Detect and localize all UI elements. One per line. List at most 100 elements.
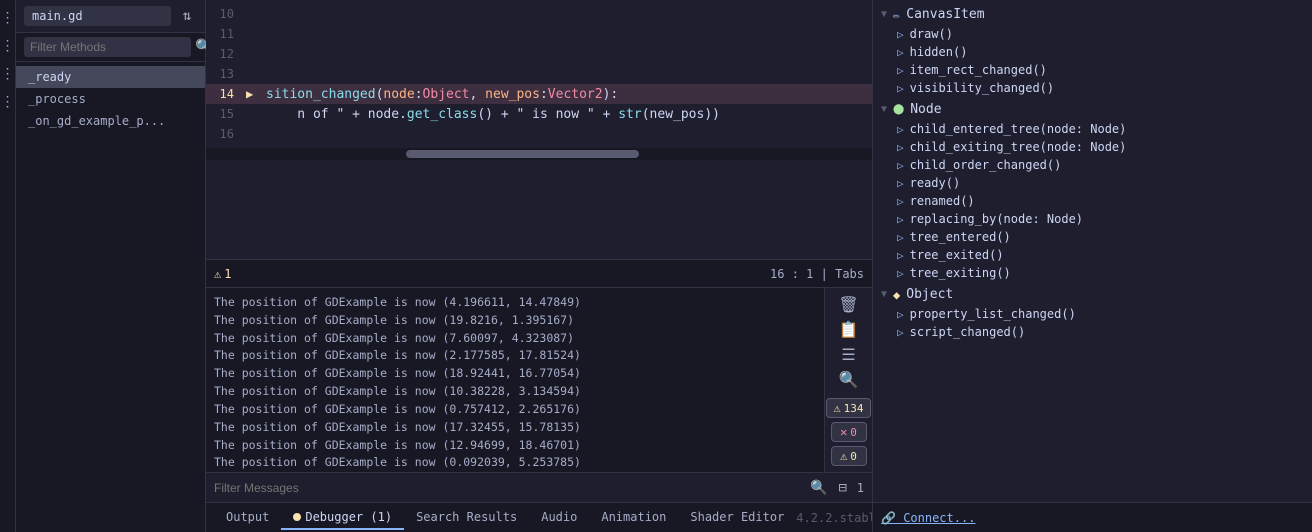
tab-debugger[interactable]: Debugger (1) — [281, 506, 404, 530]
node-section-icon: ⬤ — [893, 104, 904, 115]
output-line-2: The position of GDExample is now (19.821… — [214, 312, 816, 330]
rp-item-tree-entered[interactable]: ▷ tree_entered() — [873, 228, 1312, 246]
output-line-8: The position of GDExample is now (17.324… — [214, 419, 816, 437]
filter-messages-bar: 🔍 ⊟ 1 — [206, 472, 872, 502]
method-item-process[interactable]: _process — [16, 88, 205, 110]
rp-item-visibility-changed[interactable]: ▷ visibility_changed() — [873, 79, 1312, 97]
error-icon: ✕ — [840, 425, 847, 439]
tab-right-area: 4.2.2.stable ☰ — [796, 511, 872, 525]
code-editor[interactable]: 10 11 12 13 — [206, 0, 872, 259]
filter-search-btn[interactable]: 🔍 — [809, 478, 829, 498]
section-object-header[interactable]: ▼ ◆ Object — [873, 284, 1312, 305]
output-clear-icon[interactable]: 🗑 — [835, 294, 863, 315]
arrow-icon-visibility: ▷ — [897, 82, 904, 95]
tab-search[interactable]: Search Results — [404, 506, 529, 530]
warn-count: 134 — [844, 402, 864, 415]
code-warning-badge: ⚠ 1 — [214, 267, 231, 281]
rp-item-script-changed[interactable]: ▷ script_changed() — [873, 323, 1312, 341]
filter-messages-input[interactable] — [214, 481, 803, 495]
code-line-15: 15 n of " + node.get_class() + " is now … — [206, 104, 872, 124]
rp-item-property-list[interactable]: ▷ property_list_changed() — [873, 305, 1312, 323]
debug-arrow-icon: ▶ — [246, 87, 266, 101]
filter-count: 1 — [857, 481, 864, 495]
arrow-icon-item-rect: ▷ — [897, 64, 904, 77]
output-info-badge[interactable]: ⚠ 0 — [831, 446, 867, 466]
canvasitem-chevron-icon: ▼ — [881, 9, 887, 20]
output-text[interactable]: The position of GDExample is now (4.1966… — [206, 288, 824, 472]
rp-item-ready[interactable]: ▷ ready() — [873, 174, 1312, 192]
section-canvasitem-header[interactable]: ▼ ✏ CanvasItem — [873, 4, 1312, 25]
filter-actions: 🔍 ⊟ 1 — [809, 478, 864, 498]
arrow-icon-child-exiting: ▷ — [897, 141, 904, 154]
output-line-1: The position of GDExample is now (4.1966… — [214, 294, 816, 312]
rp-item-tree-exiting[interactable]: ▷ tree_exiting() — [873, 264, 1312, 282]
arrow-icon-hidden: ▷ — [897, 46, 904, 59]
code-line-13: 13 — [206, 64, 872, 84]
tab-shader[interactable]: Shader Editor — [678, 506, 796, 530]
output-error-badge[interactable]: ✕ 0 — [831, 422, 867, 442]
left-tool-icon-4[interactable]: ⋮ — [0, 92, 18, 112]
rp-item-item-rect-changed[interactable]: ▷ item_rect_changed() — [873, 61, 1312, 79]
code-horizontal-scrollbar[interactable] — [206, 148, 872, 160]
arrow-icon-tree-exited: ▷ — [897, 249, 904, 262]
rp-item-hidden[interactable]: ▷ hidden() — [873, 43, 1312, 61]
rp-item-child-exiting[interactable]: ▷ child_exiting_tree(node: Node) — [873, 138, 1312, 156]
warning-icon: ⚠ — [214, 267, 221, 281]
left-tool-icon-3[interactable]: ⋮ — [0, 64, 18, 84]
rp-item-renamed[interactable]: ▷ renamed() — [873, 192, 1312, 210]
arrow-icon-tree-exiting: ▷ — [897, 267, 904, 280]
arrow-icon-child-order: ▷ — [897, 159, 904, 172]
object-chevron-icon: ▼ — [881, 289, 887, 300]
warning-count: 1 — [224, 267, 231, 281]
output-content: The position of GDExample is now (4.1966… — [206, 288, 872, 472]
filter-row: 🔍 — [16, 33, 205, 62]
arrow-icon-property-list: ▷ — [897, 308, 904, 321]
left-tool-icon-1[interactable]: ⋮ — [0, 8, 18, 28]
tab-animation[interactable]: Animation — [589, 506, 678, 530]
object-section-icon: ◆ — [893, 288, 900, 302]
output-panel: The position of GDExample is now (4.1966… — [206, 287, 872, 502]
method-item-on-gd[interactable]: _on_gd_example_p... — [16, 110, 205, 132]
output-copy-icon[interactable]: 📋 — [835, 319, 863, 340]
rp-item-child-order[interactable]: ▷ child_order_changed() — [873, 156, 1312, 174]
output-right-toolbar: 🗑 📋 ☰ 🔍 ⚠ 134 ✕ 0 ⚠ 0 — [824, 288, 872, 472]
arrow-icon-tree-entered: ▷ — [897, 231, 904, 244]
code-line-12: 12 — [206, 44, 872, 64]
code-line-10: 10 — [206, 4, 872, 24]
right-bottom-bar: 🔗 Connect... — [873, 502, 1312, 532]
node-chevron-icon: ▼ — [881, 104, 887, 115]
connect-icon: 🔗 — [881, 511, 896, 525]
code-line-14: 14 ▶ sition_changed(node:Object, new_pos… — [206, 84, 872, 104]
code-lines: 10 11 12 13 — [206, 0, 872, 148]
tab-output[interactable]: Output — [214, 506, 281, 530]
rp-item-replacing-by[interactable]: ▷ replacing_by(node: Node) — [873, 210, 1312, 228]
connect-link[interactable]: 🔗 Connect... — [881, 511, 975, 525]
rp-item-child-entered[interactable]: ▷ child_entered_tree(node: Node) — [873, 120, 1312, 138]
right-panel-content[interactable]: ▼ ✏ CanvasItem ▷ draw() ▷ hidden() ▷ ite… — [873, 0, 1312, 502]
method-item-ready[interactable]: _ready — [16, 66, 205, 88]
filter-methods-input[interactable] — [24, 37, 191, 57]
canvasitem-section-label: CanvasItem — [906, 7, 984, 22]
output-search-icon[interactable]: 🔍 — [835, 369, 863, 390]
filter-sort-btn[interactable]: ⊟ — [833, 478, 853, 498]
tab-audio[interactable]: Audio — [529, 506, 589, 530]
error-count: 0 — [850, 426, 857, 439]
arrow-icon-ready: ▷ — [897, 177, 904, 190]
debugger-dot — [293, 513, 301, 521]
method-list: _ready _process _on_gd_example_p... — [16, 62, 205, 532]
output-warn-badge[interactable]: ⚠ 134 — [826, 398, 870, 418]
scrollbar-thumb[interactable] — [406, 150, 639, 158]
output-line-3: The position of GDExample is now (7.6009… — [214, 330, 816, 348]
left-tool-icon-2[interactable]: ⋮ — [0, 36, 18, 56]
output-line-10: The position of GDExample is now (0.0920… — [214, 454, 816, 472]
output-line-6: The position of GDExample is now (10.382… — [214, 383, 816, 401]
output-line-4: The position of GDExample is now (2.1775… — [214, 347, 816, 365]
file-settings-icon[interactable]: ⇅ — [177, 6, 197, 26]
code-position: 16 : 1 | Tabs — [770, 267, 864, 281]
rp-item-tree-exited[interactable]: ▷ tree_exited() — [873, 246, 1312, 264]
output-list-icon[interactable]: ☰ — [835, 344, 863, 365]
section-node-header[interactable]: ▼ ⬤ Node — [873, 99, 1312, 120]
section-object: ▼ ◆ Object ▷ property_list_changed() ▷ s… — [873, 284, 1312, 341]
rp-item-draw[interactable]: ▷ draw() — [873, 25, 1312, 43]
info-count: 0 — [850, 450, 857, 463]
